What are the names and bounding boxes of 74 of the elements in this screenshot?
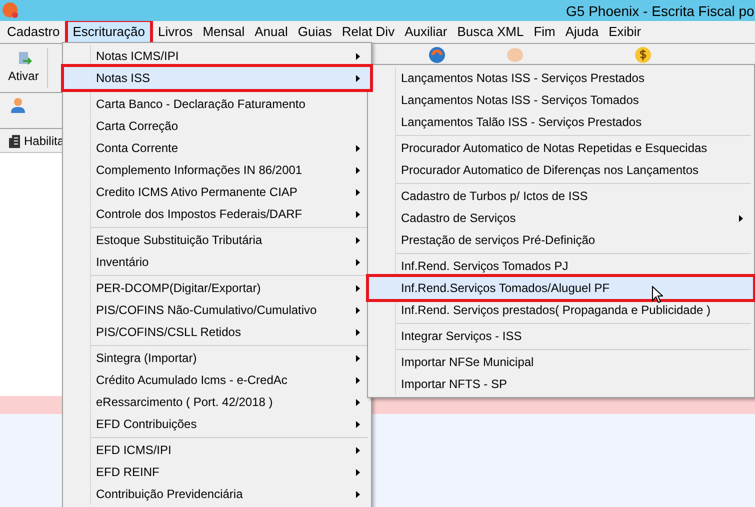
menu-item[interactable]: Prestação de serviços Pré-Definição <box>369 229 753 251</box>
menu-item[interactable]: EFD Contribuições <box>64 413 370 435</box>
menu-bar-item[interactable]: Guias <box>292 22 337 42</box>
menu-bar-item[interactable]: Livros <box>153 22 198 42</box>
submenu-arrow-icon <box>356 468 360 476</box>
menu-bar-item[interactable]: Mensal <box>198 22 250 42</box>
menu-item[interactable]: Controle dos Impostos Federais/DARF <box>64 203 370 225</box>
submenu-arrow-icon <box>356 188 360 196</box>
submenu-arrow-icon <box>356 490 360 498</box>
menu-item[interactable]: Lançamentos Talão ISS - Serviços Prestados <box>369 111 753 133</box>
submenu-arrow-icon <box>356 446 360 454</box>
submenu-arrow-icon <box>356 52 360 60</box>
menu-bar-item[interactable]: Exibir <box>604 22 646 42</box>
submenu-arrow-icon <box>356 144 360 152</box>
submenu-arrow-icon <box>356 420 360 428</box>
submenu-arrow-icon <box>356 166 360 174</box>
menu-item[interactable]: Credito ICMS Ativo Permanente CIAP <box>64 181 370 203</box>
submenu-arrow-icon <box>356 354 360 362</box>
menu-bar-item[interactable]: Auxiliar <box>400 22 452 42</box>
menu-item[interactable]: Inf.Rend. Serviços Tomados PJ <box>369 255 753 277</box>
menu-item[interactable]: PER-DCOMP(Digitar/Exportar) <box>64 277 370 299</box>
menu-bar-item[interactable]: Busca XML <box>452 22 529 42</box>
submenu-arrow-icon <box>356 210 360 218</box>
user-icon <box>10 97 26 113</box>
menu-item[interactable]: Complemento Informações IN 86/2001 <box>64 159 370 181</box>
window-title: G5 Phoenix - Escrita Fiscal po <box>566 2 754 21</box>
menu-bar-item[interactable]: Fim <box>528 22 560 42</box>
submenu-arrow-icon <box>356 258 360 266</box>
submenu-arrow-icon <box>356 328 360 336</box>
building-icon <box>8 134 22 148</box>
menu-item[interactable]: Crédito Acumulado Icms - e-CredAc <box>64 369 370 391</box>
submenu-arrow-icon <box>739 214 743 222</box>
submenu-arrow-icon <box>356 236 360 244</box>
menu-bar-item[interactable]: Escrituração <box>68 22 150 42</box>
menu-item[interactable]: Sintegra (Importar) <box>64 347 370 369</box>
submenu-arrow-icon <box>356 376 360 384</box>
menu-item[interactable]: Carta Banco - Declaração Faturamento <box>64 93 370 115</box>
menu-item[interactable]: Importar NFTS - SP <box>369 373 753 395</box>
menu-item[interactable]: PIS/COFINS/CSLL Retidos <box>64 321 370 343</box>
menu-item[interactable]: Notas ICMS/IPI <box>64 45 370 67</box>
coin-icon <box>634 46 652 64</box>
menu-item[interactable]: Integrar Serviços - ISS <box>369 325 753 347</box>
menu-bar-item[interactable]: Anual <box>250 22 293 42</box>
menu-item[interactable]: Inf.Rend.Serviços Tomados/Aluguel PF <box>369 277 753 299</box>
app-logo-icon <box>2 2 19 19</box>
submenu-arrow-icon <box>356 284 360 292</box>
menu-item[interactable]: Procurador Automatico de Notas Repetidas e Esquecidas <box>369 137 753 159</box>
menu-item[interactable]: Estoque Substituição Tributária <box>64 229 370 251</box>
menu-item[interactable]: PIS/COFINS Não-Cumulativo/Cumulativo <box>64 299 370 321</box>
menu-item[interactable]: Lançamentos Notas ISS - Serviços Prestados <box>369 67 753 89</box>
menu-bar-item[interactable]: Ajuda <box>560 22 604 42</box>
menu-item[interactable]: Carta Correção <box>64 115 370 137</box>
activate-button[interactable]: Ativar <box>0 48 48 88</box>
cursor-icon <box>652 286 663 303</box>
menu-item[interactable]: Procurador Automatico de Diferenças nos Lançamentos <box>369 159 753 181</box>
menu-item[interactable]: Contribuição Previdenciária <box>64 483 370 505</box>
menu-item[interactable]: Cadastro de Serviços <box>369 207 753 229</box>
menu-item[interactable]: Lançamentos Notas ISS - Serviços Tomados <box>369 89 753 111</box>
submenu-arrow-icon <box>356 306 360 314</box>
menu-item[interactable]: eRessarcimento ( Port. 42/2018 ) <box>64 391 370 413</box>
refresh-icon <box>428 46 446 64</box>
menu-item[interactable]: EFD REINF <box>64 461 370 483</box>
menu-item[interactable]: Notas ISS <box>64 67 370 89</box>
submenu-arrow-icon <box>356 398 360 406</box>
menu-item[interactable]: Inventário <box>64 251 370 273</box>
menu-item[interactable]: Inf.Rend. Serviços prestados( Propaganda e Publicidade ) <box>369 299 753 321</box>
submenu-arrow-icon <box>356 74 360 82</box>
menu-item[interactable]: EFD ICMS/IPI <box>64 439 370 461</box>
menu-item[interactable]: Cadastro de Turbos p/ Ictos de ISS <box>369 185 753 207</box>
menu-item[interactable]: Importar NFSe Municipal <box>369 351 753 373</box>
menu-item[interactable]: Conta Corrente <box>64 137 370 159</box>
menu-bar-item[interactable]: Relat Div <box>336 22 400 42</box>
stack-icon <box>506 46 524 64</box>
menu-bar-item[interactable]: Cadastro <box>2 22 65 42</box>
